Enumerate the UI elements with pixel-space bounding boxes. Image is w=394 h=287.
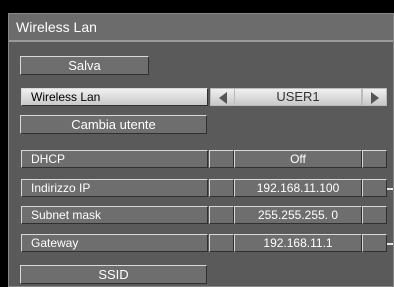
wireless-user-value[interactable]: USER1: [234, 88, 362, 106]
gateway-value[interactable]: 192.168.11.1: [234, 234, 362, 252]
subnet-mask-label: Subnet mask: [21, 206, 208, 224]
subnet-left-slot: [209, 206, 234, 224]
dhcp-value[interactable]: Off: [234, 150, 362, 168]
ip-left-slot: [209, 179, 234, 197]
ip-address-label: Indirizzo IP: [21, 179, 208, 197]
left-arrow-icon[interactable]: [210, 88, 235, 106]
wireless-lan-label: Wireless Lan: [21, 88, 208, 106]
gateway-label: Gateway: [21, 234, 208, 252]
gateway-connector-line: [387, 243, 393, 245]
ip-address-value[interactable]: 192.168.11.100: [234, 179, 362, 197]
wireless-lan-panel: Wireless Lan Salva Wireless Lan USER1 Ca…: [8, 13, 394, 287]
subnet-mask-value[interactable]: 255.255.255. 0: [234, 206, 362, 224]
gateway-left-slot: [209, 234, 234, 252]
dhcp-label: DHCP: [21, 150, 208, 168]
ip-connector-line: [387, 188, 393, 190]
subnet-right-slot: [362, 206, 387, 224]
panel-title: Wireless Lan: [16, 19, 97, 35]
gateway-right-slot: [362, 234, 387, 252]
ip-right-slot: [362, 179, 387, 197]
change-user-button[interactable]: Cambia utente: [20, 115, 207, 134]
save-button[interactable]: Salva: [20, 56, 149, 75]
right-arrow-icon[interactable]: [362, 88, 387, 106]
ssid-button[interactable]: SSID: [20, 265, 207, 284]
dhcp-left-slot: [209, 150, 234, 168]
dhcp-right-slot: [362, 150, 387, 168]
panel-title-bar: Wireless Lan: [9, 14, 393, 42]
